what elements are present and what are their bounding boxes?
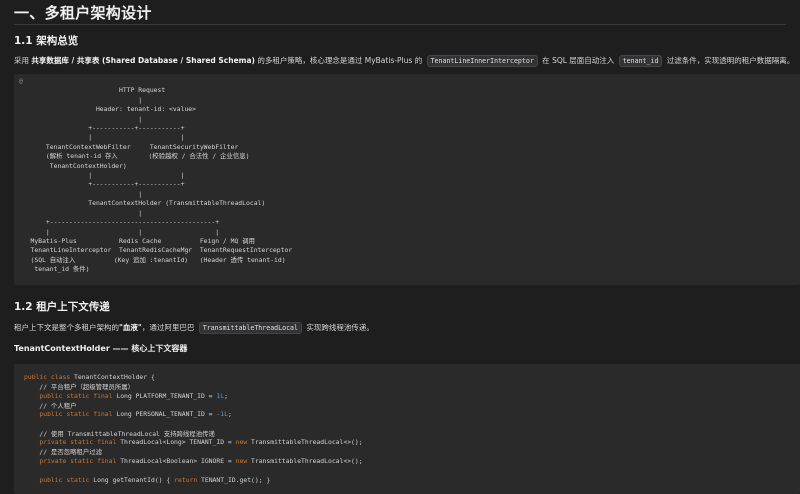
section-heading-context: 1.2 租户上下文传递 [14, 301, 110, 313]
para-text: 采用 [14, 56, 32, 65]
code-line: private static final ThreadLocal<Boolean… [24, 457, 363, 465]
code-line: private static final ThreadLocal<Long> T… [24, 438, 363, 446]
para-text: 在 SQL 层面自动注入 [539, 56, 617, 65]
overview-paragraph: 采用 共享数据库 / 共享表 (Shared Database / Shared… [14, 55, 794, 67]
inline-code-interceptor: TenantLineInnerInterceptor [426, 55, 538, 67]
page-title: 一、多租户架构设计 [14, 4, 152, 22]
code-comment: // 个人租户 [24, 402, 77, 410]
code-comment: // 平台租户（超级管理员所属） [24, 383, 135, 391]
para-bold: 共享数据库 / 共享表 (Shared Database / Shared Sc… [31, 56, 255, 65]
diagram-marker: @ [19, 77, 23, 85]
code-comment: // 使用 TransmittableThreadLocal 支持跨线程池传递 [24, 430, 215, 438]
section-heading-overview: 1.1 架构总览 [14, 35, 79, 47]
code-block: public class TenantContextHolder { // 平台… [14, 364, 800, 494]
para-text: ，通过阿里巴巴 [141, 323, 197, 332]
architecture-diagram-block: @ HTTP Request | Header: tenant-id: <val… [14, 74, 800, 285]
code-line: public static final Long PERSONAL_TENANT… [24, 410, 232, 418]
para-text: 过滤条件，实现透明的租户数据隔离。 [664, 56, 795, 65]
context-paragraph: 租户上下文是整个多租户架构的"血液"，通过阿里巴巴 TransmittableT… [14, 322, 374, 334]
inline-code-ttl: TransmittableThreadLocal [198, 322, 302, 334]
para-text: 的多租户策略，核心理念是通过 MyBatis-Plus 的 [254, 56, 425, 65]
para-text: 实现跨线程池传递。 [304, 323, 374, 332]
code-line: public static final Long PLATFORM_TENANT… [24, 392, 228, 400]
code-line: public static Long getTenantId() { retur… [24, 476, 271, 484]
para-bold: "血液" [119, 323, 142, 332]
document-page: 一、多租户架构设计 1.1 架构总览 采用 共享数据库 / 共享表 (Share… [0, 0, 800, 494]
para-text: 租户上下文是整个多租户架构的 [14, 323, 119, 332]
code-comment: // 是否忽略租户过滤 [24, 448, 103, 456]
code-subheading: TenantContextHolder —— 核心上下文容器 [14, 344, 188, 353]
inline-code-tenant-id: tenant_id [618, 55, 663, 67]
code-line: public class TenantContextHolder { [24, 373, 155, 381]
ascii-diagram: HTTP Request | Header: tenant-id: <value… [30, 86, 293, 274]
title-divider [14, 24, 786, 25]
